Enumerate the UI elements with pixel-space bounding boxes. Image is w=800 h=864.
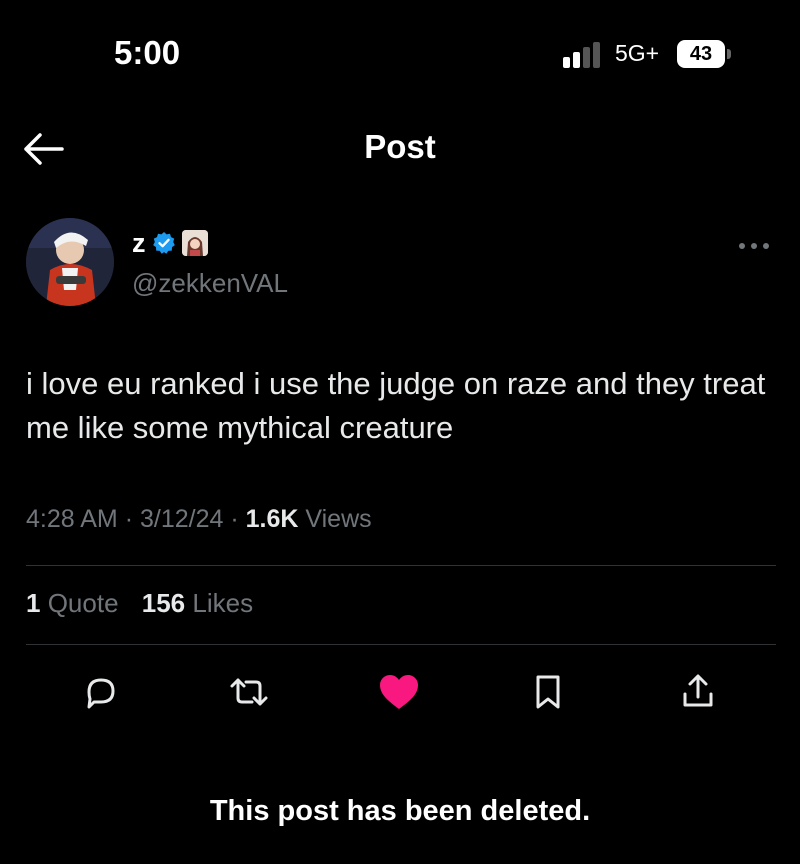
reply-button[interactable] bbox=[73, 664, 129, 720]
top-nav: Post bbox=[0, 110, 800, 184]
quotes-count: 1 bbox=[26, 588, 41, 618]
views-count: 1.6K bbox=[245, 505, 299, 533]
battery-level: 43 bbox=[677, 40, 725, 68]
display-name[interactable]: z bbox=[132, 228, 146, 259]
deleted-notice: This post has been deleted. bbox=[209, 795, 591, 827]
likes-label: Likes bbox=[192, 588, 254, 618]
engagement-stats: 1 Quote 156 Likes bbox=[26, 588, 253, 619]
battery-icon: 43 bbox=[677, 40, 731, 68]
repost-icon bbox=[230, 678, 268, 706]
page-title: Post bbox=[364, 128, 436, 165]
user-row: z bbox=[132, 226, 208, 260]
action-bar bbox=[0, 664, 800, 720]
likes-stat[interactable]: 156 Likes bbox=[142, 588, 253, 618]
post-meta: 4:28 AM · 3/12/24 · 1.6K Views bbox=[26, 505, 372, 534]
bookmark-button[interactable] bbox=[520, 664, 576, 720]
bookmark-icon bbox=[536, 675, 560, 709]
status-time: 5:00 bbox=[114, 34, 181, 71]
avatar[interactable] bbox=[26, 218, 114, 306]
post-text: i love eu ranked i use the judge on raze… bbox=[26, 366, 766, 445]
post-date[interactable]: 3/12/24 bbox=[140, 505, 223, 533]
divider bbox=[26, 644, 776, 645]
signal-icon bbox=[563, 42, 600, 68]
repost-button[interactable] bbox=[221, 664, 277, 720]
divider bbox=[26, 565, 776, 566]
views-label: Views bbox=[305, 505, 372, 533]
reply-icon bbox=[87, 678, 115, 709]
meta-separator: · bbox=[124, 505, 140, 533]
more-options-icon[interactable] bbox=[734, 238, 774, 254]
battery-cap bbox=[727, 49, 731, 59]
network-type: 5G+ bbox=[615, 40, 660, 66]
share-button[interactable] bbox=[670, 664, 726, 720]
likes-count: 156 bbox=[141, 588, 186, 618]
like-button[interactable] bbox=[371, 664, 427, 720]
status-bar: 5:00 5G+ 43 bbox=[0, 0, 800, 100]
share-icon bbox=[683, 674, 713, 707]
quotes-label: Quote bbox=[47, 588, 119, 618]
avatar-image bbox=[26, 218, 114, 306]
affiliate-badge-icon bbox=[181, 230, 208, 256]
meta-separator: · bbox=[230, 505, 246, 533]
post-time[interactable]: 4:28 AM bbox=[26, 505, 118, 533]
quotes-stat[interactable]: 1 Quote bbox=[26, 588, 119, 618]
like-icon bbox=[380, 675, 418, 709]
user-handle[interactable]: @zekkenVAL bbox=[132, 268, 288, 299]
verified-badge-icon bbox=[152, 232, 175, 254]
